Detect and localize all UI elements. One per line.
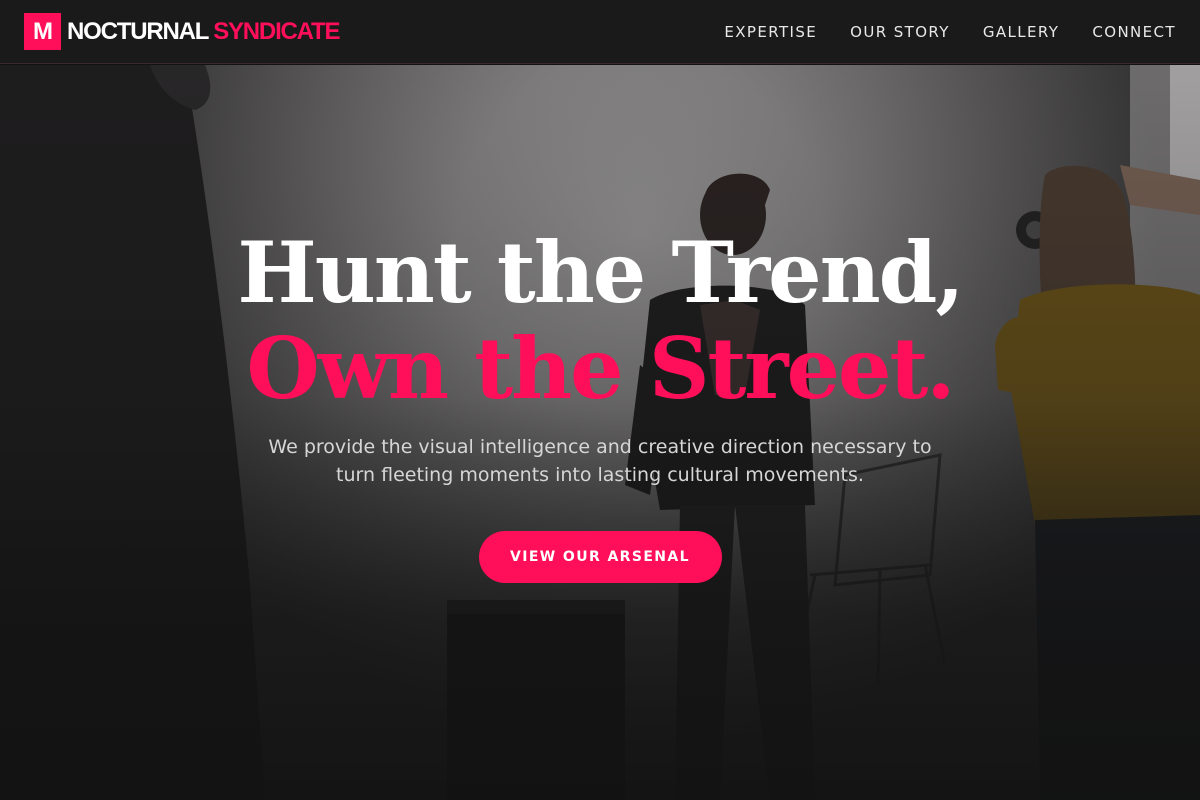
hero-headline-line1: Hunt the Trend, [237,223,964,322]
brand-mark-icon: M [24,13,61,50]
hero-subtitle: We provide the visual intelligence and c… [268,436,932,486]
brand-name-part2: SYNDICATE [213,17,340,45]
nav-link-our-story[interactable]: OUR STORY [850,23,950,41]
brand-name-part1: NOCTURNAL [67,17,209,45]
main-nav: EXPERTISE OUR STORY GALLERY CONNECT [724,23,1176,41]
nav-link-expertise[interactable]: EXPERTISE [724,23,817,41]
brand-name: NOCTURNAL SYNDICATE [67,17,340,45]
brand-logo[interactable]: M NOCTURNAL SYNDICATE [24,13,340,50]
nav-link-connect[interactable]: CONNECT [1092,23,1176,41]
hero-headline-line2: Own the Street. [246,319,955,418]
nav-link-gallery[interactable]: GALLERY [983,23,1060,41]
hero-section: Hunt the Trend, Own the Street. We provi… [0,65,1200,800]
top-navbar: M NOCTURNAL SYNDICATE EXPERTISE OUR STOR… [0,0,1200,64]
hero-content: Hunt the Trend, Own the Street. We provi… [0,225,1200,583]
view-arsenal-button[interactable]: VIEW OUR ARSENAL [478,531,722,583]
